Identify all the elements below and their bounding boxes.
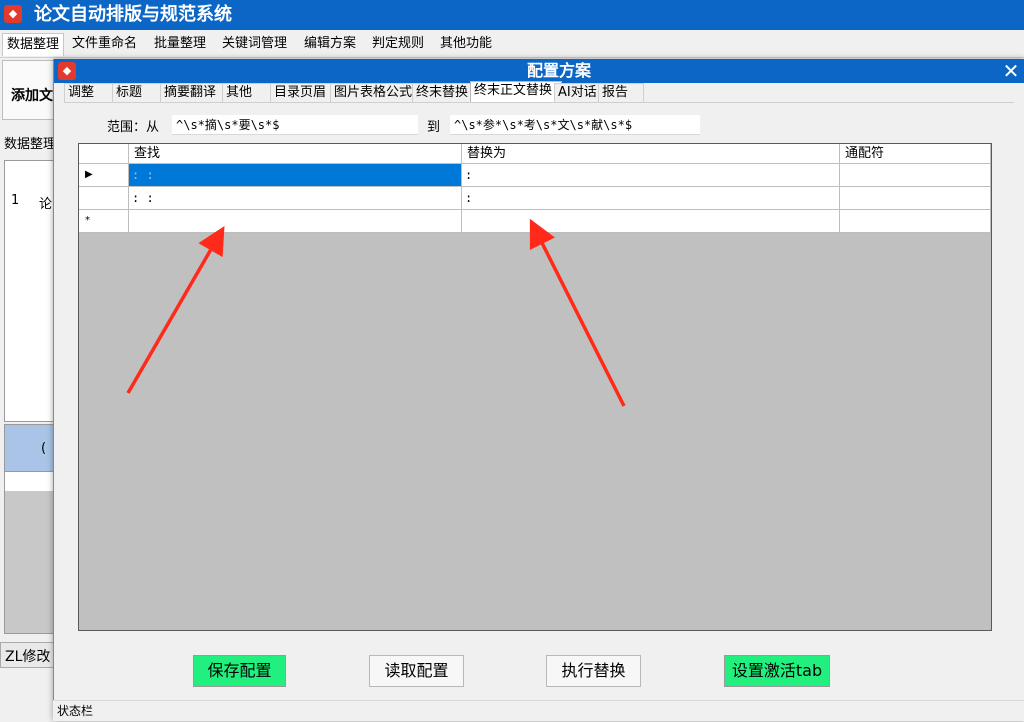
- cell-replace-row1[interactable]: :: [462, 164, 840, 187]
- menu-batch-organize[interactable]: 批量整理: [150, 33, 210, 55]
- execute-replace-button[interactable]: 执行替换: [546, 655, 641, 687]
- data-organize-label: 数据整理: [4, 137, 57, 152]
- grid2-header-label: (: [41, 441, 47, 456]
- main-menu-bar: 数据整理 文件重命名 批量整理 关键词管理 编辑方案 判定规则 其他功能: [0, 30, 1024, 58]
- background-grid: 1 论: [4, 160, 56, 422]
- tab-abstract-translate[interactable]: 摘要翻译: [160, 83, 230, 103]
- grid2-header: [5, 425, 57, 471]
- cell-find-row2[interactable]: : :: [129, 187, 462, 210]
- column-header-wildcard[interactable]: 通配符: [840, 144, 991, 164]
- app-logo-icon: ◆: [4, 5, 22, 23]
- replace-rules-grid: 查找 替换为 通配符 ▶ : : : : : : *: [78, 143, 992, 631]
- cell-wildcard-new-row[interactable]: [840, 210, 991, 233]
- dialog-title-bar: ◆ 配置方案 ✕: [54, 59, 1024, 83]
- zl-modify-button[interactable]: ZL修改: [0, 642, 58, 668]
- load-config-button[interactable]: 读取配置: [369, 655, 464, 687]
- cell-replace-new-row[interactable]: [462, 210, 840, 233]
- status-bar: 状态栏: [53, 700, 1024, 721]
- cell-find-row1[interactable]: : :: [129, 164, 462, 187]
- background-grid-2: (: [4, 424, 57, 634]
- range-to-label: 到: [427, 120, 441, 135]
- range-from-label: 范围：从: [107, 120, 160, 135]
- cell-replace-row2[interactable]: :: [462, 187, 840, 210]
- menu-keyword-manage[interactable]: 关键词管理: [218, 33, 291, 55]
- menu-data-organize[interactable]: 数据整理: [2, 33, 65, 56]
- tab-final-body-replace[interactable]: 终末正文替换: [470, 81, 562, 104]
- column-header-find[interactable]: 查找: [129, 144, 462, 164]
- grid-row-text: 论: [39, 197, 53, 212]
- menu-other-functions[interactable]: 其他功能: [436, 33, 496, 55]
- cell-wildcard-row2[interactable]: [840, 187, 991, 210]
- row-header-new-icon[interactable]: *: [79, 210, 129, 233]
- set-active-tab-button[interactable]: 设置激活tab: [724, 655, 830, 687]
- grid-corner-header: [79, 144, 129, 164]
- menu-file-rename[interactable]: 文件重命名: [68, 33, 141, 55]
- tab-image-table-formula[interactable]: 图片表格公式: [330, 83, 420, 103]
- range-to-input[interactable]: ^\s*参*\s*考\s*文\s*献\s*$: [450, 115, 700, 135]
- app-title: 论文自动排版与规范系统: [34, 4, 232, 25]
- grid2-row: [5, 471, 57, 491]
- grid-row-number: 1: [11, 193, 20, 208]
- menu-judge-rules[interactable]: 判定规则: [368, 33, 428, 55]
- tab-report[interactable]: 报告: [598, 83, 644, 103]
- cell-wildcard-row1[interactable]: [840, 164, 991, 187]
- tab-final-replace[interactable]: 终末替换: [412, 83, 478, 103]
- cell-find-new-row[interactable]: [129, 210, 462, 233]
- row-header-current-icon[interactable]: ▶: [79, 164, 129, 187]
- tab-toc-header[interactable]: 目录页眉: [270, 83, 338, 103]
- range-from-input[interactable]: ^\s*摘\s*要\s*$: [172, 115, 418, 135]
- main-title-bar: ◆ 论文自动排版与规范系统: [0, 0, 1024, 30]
- column-header-replace[interactable]: 替换为: [462, 144, 840, 164]
- menu-edit-scheme[interactable]: 编辑方案: [300, 33, 360, 55]
- dialog-title: 配置方案: [526, 61, 591, 80]
- close-icon[interactable]: ✕: [1001, 59, 1021, 83]
- save-config-button[interactable]: 保存配置: [193, 655, 286, 687]
- row-header-2[interactable]: [79, 187, 129, 210]
